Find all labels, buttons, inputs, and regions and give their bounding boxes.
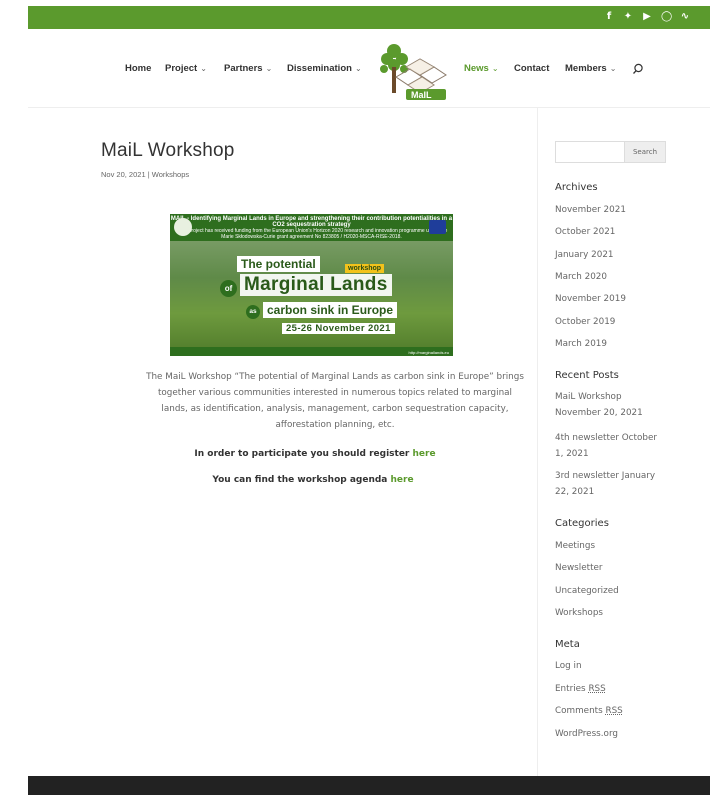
search-button[interactable]: Search (624, 141, 666, 163)
agenda-link[interactable]: here (391, 475, 414, 485)
site-logo[interactable]: MaIL (372, 37, 448, 101)
register-line: In order to participate you should regis… (145, 449, 485, 459)
rss-abbr: RSS (605, 706, 623, 716)
archive-link[interactable]: November 2019 (555, 291, 670, 307)
nav-news-label: News (464, 63, 489, 74)
archive-link[interactable]: October 2019 (555, 314, 670, 330)
banner-line2: Marginal Lands (240, 274, 392, 296)
banner-as: as (246, 305, 260, 319)
banner-header: MAIL - Identifying Marginal Lands in Eur… (170, 214, 453, 241)
twitter-icon[interactable]: ✦ (623, 11, 633, 23)
nav-members[interactable]: Members ⌄ (565, 63, 616, 74)
nav-news[interactable]: News ⌄ (464, 63, 499, 74)
chevron-down-icon: ⌄ (200, 64, 207, 73)
agenda-line: You can find the workshop agenda here (145, 475, 481, 485)
banner-title: MAIL - Identifying Marginal Lands in Eur… (170, 216, 453, 228)
nav-dissemination[interactable]: Dissemination ⌄ (287, 63, 362, 74)
svg-text:MaIL: MaIL (411, 90, 432, 100)
chevron-down-icon: ⌄ (354, 64, 362, 73)
post-meta: Nov 20, 2021 | Workshops (101, 170, 521, 179)
category-link[interactable]: Meetings (555, 538, 670, 554)
entries-rss-link[interactable]: Entries RSS (555, 681, 670, 697)
recent-post-link[interactable]: 4th newsletter October 1, 2021 (555, 430, 665, 462)
register-link[interactable]: here (413, 449, 436, 459)
youtube-icon[interactable]: ▶ (642, 11, 652, 23)
post-date: Nov 20, 2021 (101, 170, 146, 179)
banner-footer: http://marginallands.eu (170, 347, 453, 356)
meta-title: Meta (555, 639, 580, 650)
entries-label: Entries (555, 684, 589, 694)
category-link[interactable]: Newsletter (555, 560, 670, 576)
archive-link[interactable]: March 2019 (555, 336, 670, 352)
archive-link[interactable]: October 2021 (555, 224, 670, 240)
banner-of: of (220, 280, 237, 297)
nav-partners[interactable]: Partners ⌄ (224, 63, 272, 74)
register-text: In order to participate you should regis… (194, 449, 413, 459)
archive-link[interactable]: November 2021 (555, 202, 670, 218)
banner-url: http://marginallands.eu (408, 350, 449, 355)
recent-post-link[interactable]: 3rd newsletter January 22, 2021 (555, 468, 665, 500)
post-title: MaiL Workshop (101, 140, 235, 161)
recent-posts-title: Recent Posts (555, 370, 619, 381)
nav-members-label: Members (565, 63, 607, 74)
search-input[interactable] (555, 141, 625, 163)
category-link[interactable]: Uncategorized (555, 583, 670, 599)
post-category-link[interactable]: Workshops (152, 170, 189, 179)
recent-post-link[interactable]: MaiL Workshop November 20, 2021 (555, 389, 645, 421)
facebook-icon[interactable]: f (604, 11, 614, 23)
nav-contact-label: Contact (514, 63, 550, 74)
archive-link[interactable]: January 2021 (555, 247, 670, 263)
nav-contact[interactable]: Contact (514, 63, 549, 74)
chevron-down-icon: ⌄ (491, 64, 499, 73)
workshop-banner: MAIL - Identifying Marginal Lands in Eur… (170, 214, 453, 356)
nav-home[interactable]: Home (125, 63, 151, 74)
banner-line3: carbon sink in Europe (263, 302, 398, 318)
mail-badge-icon (174, 218, 192, 236)
nav-project-label: Project (165, 63, 198, 74)
nav-home-label: Home (125, 63, 152, 74)
site-header: Home Project ⌄ Partners ⌄ Dissemination ⌄ (28, 29, 710, 108)
login-link[interactable]: Log in (555, 658, 670, 674)
rss-icon[interactable]: ∿ (680, 11, 690, 23)
instagram-icon[interactable]: ◯ (661, 11, 672, 23)
archive-link[interactable]: March 2020 (555, 269, 670, 285)
chevron-down-icon: ⌄ (265, 64, 273, 73)
chevron-down-icon: ⌄ (609, 64, 617, 73)
categories-title: Categories (555, 518, 609, 529)
banner-workshop-tag: workshop (345, 264, 385, 273)
sidebar-divider (537, 108, 538, 776)
nav-partners-label: Partners (224, 63, 263, 74)
archives-title: Archives (555, 182, 598, 193)
eu-flag-icon (429, 220, 446, 234)
post-content: MaiL Workshop Nov 20, 2021 | Workshops M… (101, 140, 524, 485)
banner-funding: MAIL project has received funding from t… (175, 228, 448, 240)
site-footer (28, 776, 710, 795)
comments-label: Comments (555, 706, 606, 716)
agenda-text: You can find the workshop agenda (212, 475, 391, 485)
top-bar: f ✦ ▶ ◯ ∿ (28, 6, 710, 29)
nav-dissemination-label: Dissemination (287, 63, 352, 74)
search-icon[interactable] (632, 62, 644, 80)
social-links: f ✦ ▶ ◯ ∿ (604, 11, 690, 23)
post-body: The MaiL Workshop “The potential of Marg… (146, 372, 524, 430)
wordpress-link[interactable]: WordPress.org (555, 726, 670, 742)
banner-dates: 25-26 November 2021 (282, 323, 395, 334)
rss-abbr: RSS (588, 684, 606, 694)
nav-project[interactable]: Project ⌄ (165, 63, 207, 74)
category-link[interactable]: Workshops (555, 605, 670, 621)
comments-rss-link[interactable]: Comments RSS (555, 703, 670, 719)
banner-line1: The potential (237, 256, 320, 272)
